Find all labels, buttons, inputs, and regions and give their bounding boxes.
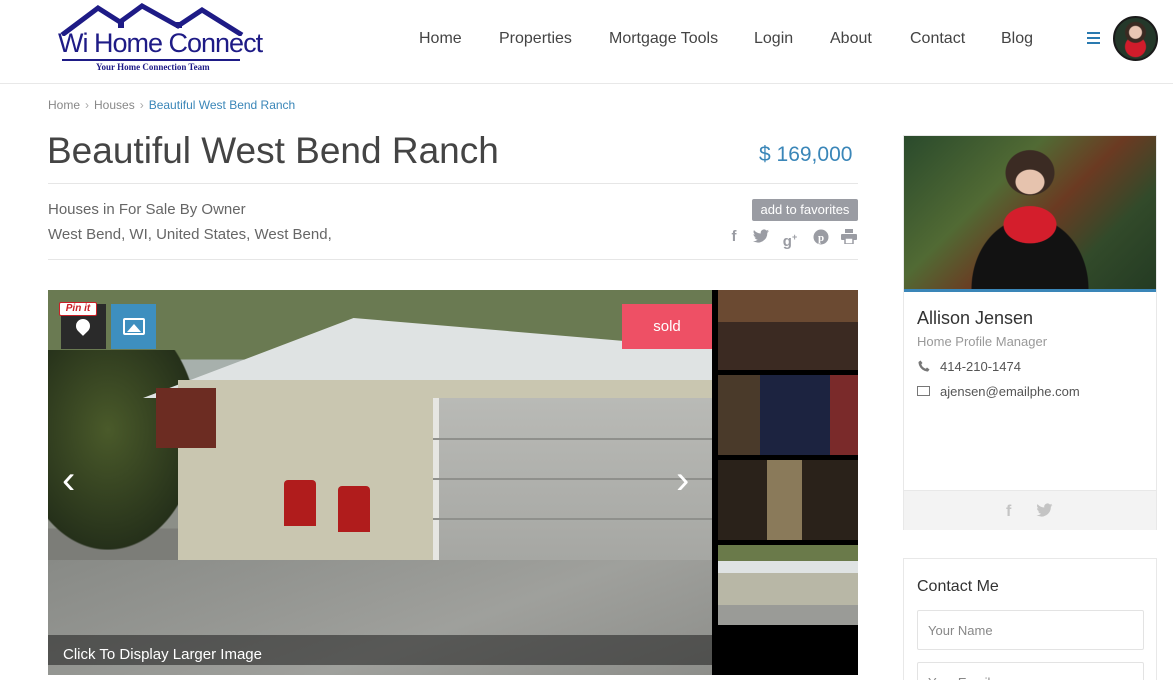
agent-photo[interactable] <box>904 136 1156 292</box>
facebook-icon[interactable]: f <box>726 229 742 245</box>
menu-icon[interactable] <box>1087 32 1100 44</box>
nav-properties[interactable]: Properties <box>499 30 572 48</box>
facebook-icon[interactable]: f <box>1006 503 1011 521</box>
listing-price: $ 169,000 <box>759 143 853 166</box>
page-title: Beautiful West Bend Ranch <box>47 130 499 171</box>
map-pin-icon <box>73 316 93 336</box>
site-header: Wi Home Connect Your Home Connection Tea… <box>0 0 1173 84</box>
pinterest-icon[interactable]: p <box>813 229 829 245</box>
divider <box>48 183 858 184</box>
thumbnail-hallway[interactable] <box>718 460 858 540</box>
photo-garage-door <box>433 398 712 576</box>
phone-icon <box>918 360 930 372</box>
agent-social-bar: f <box>904 490 1156 530</box>
listing-category: Houses in For Sale By Owner <box>48 201 246 218</box>
chevron-right-icon: › <box>139 98 144 112</box>
breadcrumb: Home › Houses › Beautiful West Bend Ranch <box>48 98 295 112</box>
mail-icon <box>917 386 930 396</box>
name-field[interactable] <box>917 610 1144 650</box>
nav-about[interactable]: About <box>830 30 872 48</box>
nav-contact[interactable]: Contact <box>910 30 965 48</box>
thumbnail-bedroom-blue[interactable] <box>718 375 858 455</box>
logo-text: Wi Home Connect <box>58 28 263 58</box>
photo-tree <box>48 350 198 550</box>
thumbnail-house-exterior[interactable] <box>718 545 858 625</box>
chevron-right-icon: › <box>85 98 90 112</box>
contact-title: Contact Me <box>917 578 999 595</box>
breadcrumb-home[interactable]: Home <box>48 98 80 112</box>
pin-it-button[interactable]: Pin it <box>59 302 97 316</box>
gallery-caption[interactable]: Click To Display Larger Image <box>48 635 712 665</box>
agent-phone[interactable]: 414-210-1474 <box>940 359 1021 374</box>
photo-garage-panel <box>433 438 712 440</box>
breadcrumb-houses[interactable]: Houses <box>94 98 135 112</box>
agent-email[interactable]: ajensen@emailphe.com <box>940 384 1080 399</box>
twitter-icon[interactable] <box>1036 503 1053 522</box>
google-plus-icon[interactable]: g+ <box>782 229 798 250</box>
nav-login[interactable]: Login <box>754 30 793 48</box>
image-icon <box>123 318 145 335</box>
gallery-view-button[interactable] <box>111 304 156 349</box>
svg-text:p: p <box>818 232 824 244</box>
photo-chair <box>338 486 370 532</box>
print-icon[interactable] <box>841 229 857 245</box>
photo-porch <box>156 388 216 448</box>
listing-location: West Bend, WI, United States, West Bend, <box>48 226 332 243</box>
logo[interactable]: Wi Home Connect Your Home Connection Tea… <box>58 2 263 76</box>
prev-arrow-icon[interactable]: ‹ <box>62 460 75 500</box>
divider <box>48 259 858 260</box>
thumbnail-bedroom-crib[interactable] <box>718 290 858 370</box>
nav-mortgage-tools[interactable]: Mortgage Tools <box>609 30 718 48</box>
logo-tagline: Your Home Connection Team <box>96 62 210 72</box>
agent-name[interactable]: Allison Jensen <box>917 308 1033 329</box>
thumbnail-strip <box>718 290 858 675</box>
main-property-photo[interactable]: sold Pin it ‹ › Click To Display Larger … <box>48 290 712 675</box>
status-badge: sold <box>622 304 712 349</box>
user-avatar[interactable] <box>1113 16 1158 61</box>
nav-home[interactable]: Home <box>419 30 462 48</box>
photo-garage-panel <box>433 518 712 520</box>
breadcrumb-current[interactable]: Beautiful West Bend Ranch <box>149 98 296 112</box>
next-arrow-icon[interactable]: › <box>676 460 689 500</box>
photo-chair <box>284 480 316 526</box>
add-to-favorites-button[interactable]: add to favorites <box>752 199 858 221</box>
twitter-icon[interactable] <box>753 229 769 245</box>
agent-card: Allison Jensen Home Profile Manager 414-… <box>903 135 1157 530</box>
agent-role: Home Profile Manager <box>917 334 1048 349</box>
contact-form: Contact Me <box>903 558 1157 680</box>
nav-blog[interactable]: Blog <box>1001 30 1033 48</box>
property-gallery: sold Pin it ‹ › Click To Display Larger … <box>48 290 858 675</box>
photo-garage-panel <box>433 478 712 480</box>
email-field[interactable] <box>917 662 1144 680</box>
